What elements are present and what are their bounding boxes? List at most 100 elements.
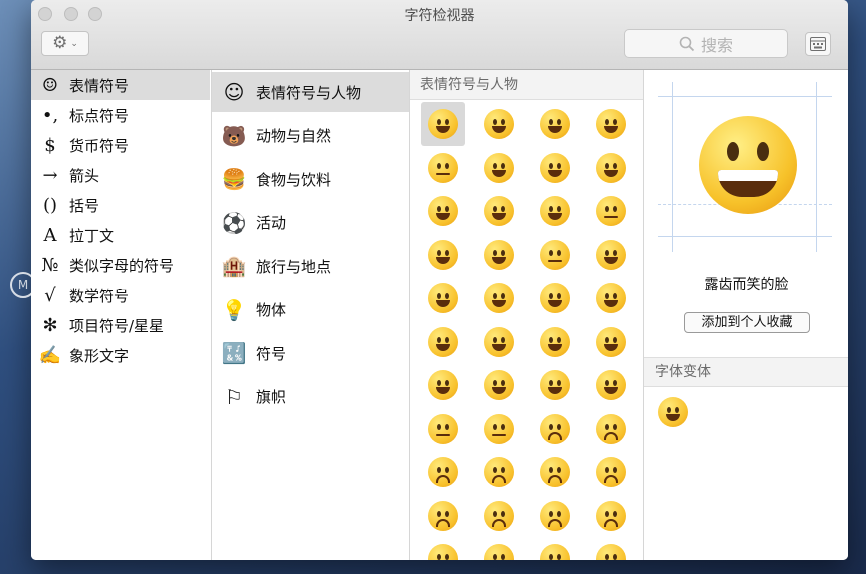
emoji-cell[interactable] xyxy=(589,189,633,233)
category-label: 货币符号 xyxy=(69,136,130,155)
emoji-cell[interactable] xyxy=(589,102,633,146)
emoji-cell[interactable] xyxy=(589,494,633,538)
emoji-cell[interactable] xyxy=(533,407,577,451)
emoji-cell[interactable] xyxy=(421,320,465,364)
subcategory-item[interactable]: ⚐ 旗帜 xyxy=(212,377,409,417)
smiley-face-icon xyxy=(428,457,458,487)
emoji-cell[interactable] xyxy=(589,146,633,190)
font-variants-header: 字体变体 xyxy=(644,357,848,387)
smiley-face-icon xyxy=(484,457,514,487)
smiley-face-icon xyxy=(596,109,626,139)
emoji-cell[interactable] xyxy=(533,146,577,190)
action-menu-button[interactable]: ⚙ ⌄ xyxy=(41,31,89,56)
emoji-cell[interactable] xyxy=(589,407,633,451)
category-glyph-icon: № xyxy=(41,254,59,276)
emoji-cell[interactable] xyxy=(421,363,465,407)
subcategory-item[interactable]: 🔣 符号 xyxy=(212,333,409,373)
subcategory-item[interactable]: ☺ 表情符号与人物 xyxy=(212,72,409,112)
emoji-cell[interactable] xyxy=(477,320,521,364)
search-field[interactable]: 搜索 xyxy=(624,29,788,58)
subcategory-icon: ⚐ xyxy=(225,384,243,409)
character-detail-panel: 露齿而笑的脸 添加到个人收藏 字体变体 xyxy=(643,70,848,560)
emoji-cell[interactable] xyxy=(421,276,465,320)
smiley-face-icon xyxy=(428,326,458,357)
smiley-face-icon xyxy=(540,239,570,270)
category-item[interactable]: •, 标点符号 xyxy=(31,100,210,130)
category-item[interactable]: ☺ 表情符号 xyxy=(31,70,210,100)
category-item[interactable]: √ 数学符号 xyxy=(31,280,210,310)
category-glyph-icon: ✍ xyxy=(38,344,62,366)
emoji-cell[interactable] xyxy=(533,189,577,233)
emoji-cell[interactable] xyxy=(477,537,521,560)
emoji-cell[interactable] xyxy=(421,146,465,190)
emoji-cell[interactable] xyxy=(477,407,521,451)
emoji-cell[interactable] xyxy=(533,363,577,407)
category-item[interactable]: ✍ 象形文字 xyxy=(31,340,210,370)
category-item[interactable]: ✻ 项目符号/星星 xyxy=(31,310,210,340)
emoji-cell[interactable] xyxy=(421,537,465,560)
emoji-cell[interactable] xyxy=(589,363,633,407)
category-item[interactable]: → 箭头 xyxy=(31,160,210,190)
emoji-cell[interactable] xyxy=(533,276,577,320)
subcategory-icon: 🏨 xyxy=(221,254,247,278)
smiley-face-icon xyxy=(596,283,626,313)
character-viewer-window: 字符检视器 ⚙ ⌄ 搜索 ☺ 表情符号 •, 标点符号 $ 货币符号 → 箭头 () 括号 A 拉丁文… xyxy=(31,0,848,560)
emoji-cell[interactable] xyxy=(421,102,465,146)
keyboard-viewer-icon xyxy=(810,37,826,51)
category-item[interactable]: () 括号 xyxy=(31,190,210,220)
emoji-cell[interactable] xyxy=(477,450,521,494)
emoji-cell[interactable] xyxy=(533,233,577,277)
emoji-cell[interactable] xyxy=(477,102,521,146)
emoji-cell[interactable] xyxy=(533,494,577,538)
category-glyph-icon: $ xyxy=(44,134,56,156)
category-glyph-icon: √ xyxy=(44,284,56,306)
subcategory-item[interactable]: 🐻 动物与自然 xyxy=(212,116,409,156)
emoji-cell[interactable] xyxy=(421,494,465,538)
emoji-cell[interactable] xyxy=(477,233,521,277)
smiley-face-icon xyxy=(540,544,570,560)
emoji-cell[interactable] xyxy=(589,320,633,364)
subcategory-icon: ☺ xyxy=(223,80,245,104)
subcategory-item[interactable]: 🍔 食物与饮料 xyxy=(212,159,409,199)
emoji-cell[interactable] xyxy=(589,276,633,320)
emoji-cell[interactable] xyxy=(533,102,577,146)
subcategory-item[interactable]: ⚽ 活动 xyxy=(212,203,409,243)
smiley-face-icon xyxy=(428,500,458,531)
emoji-cell[interactable] xyxy=(533,537,577,560)
grinning-face-icon xyxy=(658,397,688,427)
emoji-cell[interactable] xyxy=(477,189,521,233)
smiley-face-icon xyxy=(540,326,570,357)
emoji-grid-panel: 表情符号与人物 xyxy=(409,70,643,560)
emoji-cell[interactable] xyxy=(589,450,633,494)
emoji-cell[interactable] xyxy=(477,494,521,538)
add-to-favorites-button[interactable]: 添加到个人收藏 xyxy=(684,312,810,333)
emoji-cell[interactable] xyxy=(533,450,577,494)
emoji-cell[interactable] xyxy=(421,450,465,494)
emoji-cell[interactable] xyxy=(421,233,465,277)
category-list: ☺ 表情符号 •, 标点符号 $ 货币符号 → 箭头 () 括号 A 拉丁文 № 类似字母的符号 √ 数学符号… xyxy=(31,70,210,560)
grinning-face-preview-icon xyxy=(699,116,797,214)
smiley-face-icon xyxy=(484,370,514,400)
font-variant-grinning-face[interactable] xyxy=(658,397,688,427)
emoji-cell[interactable] xyxy=(589,233,633,277)
subcategory-label: 食物与饮料 xyxy=(256,170,332,189)
search-icon xyxy=(679,36,695,51)
smiley-face-icon xyxy=(484,283,514,313)
emoji-cell[interactable] xyxy=(477,363,521,407)
category-item[interactable]: $ 货币符号 xyxy=(31,130,210,160)
emoji-cell[interactable] xyxy=(589,537,633,560)
emoji-cell[interactable] xyxy=(421,189,465,233)
subcategory-item[interactable]: 💡 物体 xyxy=(212,290,409,330)
keyboard-viewer-button[interactable] xyxy=(805,32,831,56)
subcategory-item[interactable]: 🏨 旅行与地点 xyxy=(212,246,409,286)
subcategory-icon: 🐻 xyxy=(221,123,247,148)
emoji-cell[interactable] xyxy=(533,320,577,364)
emoji-cell[interactable] xyxy=(421,407,465,451)
emoji-cell[interactable] xyxy=(477,146,521,190)
smiley-face-icon xyxy=(428,544,458,560)
smiley-face-icon xyxy=(540,500,570,531)
smiley-face-icon xyxy=(428,109,458,139)
emoji-cell[interactable] xyxy=(477,276,521,320)
category-item[interactable]: A 拉丁文 xyxy=(31,220,210,250)
category-item[interactable]: № 类似字母的符号 xyxy=(31,250,210,280)
